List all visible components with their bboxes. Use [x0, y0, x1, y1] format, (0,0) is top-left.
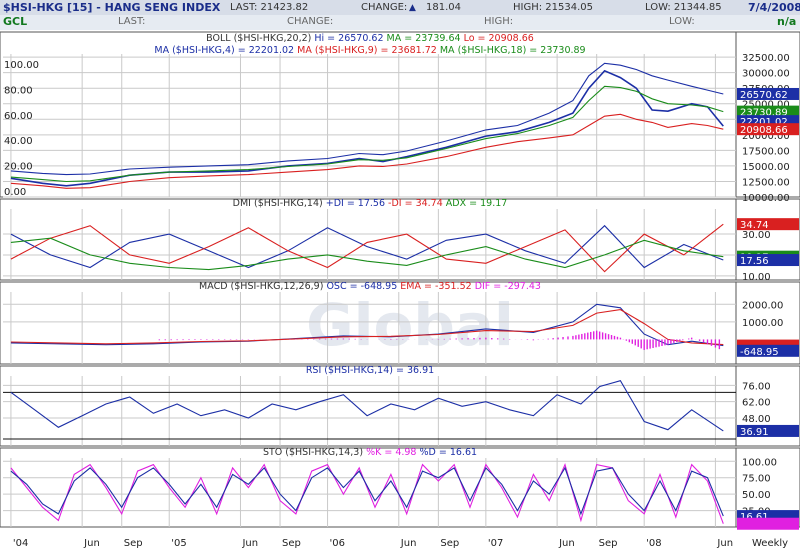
right-tick-label: 17500.00: [742, 146, 790, 157]
series-line-boll-ma: [10, 85, 724, 183]
right-tick-label: 50.00: [742, 490, 771, 501]
panel-title: DMI ($HSI-HKG,14) +DI = 17.56 -DI = 34.7…: [233, 198, 508, 209]
panel-title-part: -DI = 34.74: [388, 198, 446, 209]
x-tick-label: Sep: [282, 538, 301, 549]
period-label: Weekly: [752, 538, 788, 549]
panel-title-2-part: MA ($HSI-HKG,9) = 23681.72: [297, 45, 440, 56]
panel-title-part: +DI = 17.56: [326, 198, 388, 209]
x-tick-label: '04: [13, 538, 28, 549]
right-tick-label: 12500.00: [742, 177, 790, 188]
x-tick-label: Sep: [440, 538, 459, 549]
panel-title-part: DIF = -297.43: [475, 281, 541, 292]
x-tick-label: Jun: [558, 538, 575, 549]
panel-title-part: ADX = 19.17: [446, 198, 508, 209]
panel-title-2-part: MA ($HSI-HKG,4) = 22201.02: [154, 45, 297, 56]
panel-title-2-part: MA ($HSI-HKG,18) = 23730.89: [440, 45, 586, 56]
right-tick-label: 32500.00: [742, 53, 790, 64]
right-tick-label: 75.00: [742, 474, 771, 485]
panel-title-part: Hi = 26570.62: [314, 33, 386, 44]
left-tick-label: 60.00: [4, 111, 33, 122]
value-marker-label: 17.56: [740, 256, 769, 267]
x-tick-label: '06: [330, 538, 345, 549]
price-value-marker-label: 20908.66: [740, 125, 788, 136]
x-tick-label: '05: [171, 538, 186, 549]
panel-title-part: STO ($HSI-HKG,14,3): [263, 447, 366, 458]
panel-frame: [0, 198, 800, 281]
panel-title-part: DMI ($HSI-HKG,14): [233, 198, 326, 209]
right-tick-label: 30000.00: [742, 69, 790, 80]
panel-title: STO ($HSI-HKG,14,3) %K = 4.98 %D = 16.61: [263, 447, 477, 458]
x-tick-label: Jun: [241, 538, 258, 549]
value-marker-label: -648.95: [740, 347, 779, 358]
panel-title-part: BOLL ($HSI-HKG,20,2): [206, 33, 314, 44]
series-line-rsi: [10, 380, 724, 432]
x-tick-label: '08: [646, 538, 661, 549]
x-tick-label: Sep: [124, 538, 143, 549]
panel-title-part: %K = 4.98: [366, 447, 419, 458]
x-tick-label: Jun: [400, 538, 417, 549]
value-marker-label: 34.74: [740, 220, 769, 231]
left-tick-label: 80.00: [4, 85, 33, 96]
value-marker: [737, 517, 799, 530]
right-tick-label: 48.00: [742, 414, 771, 425]
series-line--d: [10, 466, 724, 517]
chart-page: $HSI-HKG [15] - HANG SENG INDEX LAST: 21…: [0, 0, 800, 550]
panel-title: RSI ($HSI-HKG,14) = 36.91: [306, 365, 434, 376]
x-tick-label: Sep: [599, 538, 618, 549]
x-tick-label: '07: [488, 538, 503, 549]
panel-title-part: EMA = -351.52: [400, 281, 474, 292]
panel-frame: [0, 447, 800, 528]
left-tick-label: 100.00: [4, 60, 39, 71]
right-tick-label: 2000.00: [742, 300, 783, 311]
panel-title: MACD ($HSI-HKG,12,26,9) OSC = -648.95 EM…: [199, 281, 541, 292]
x-tick-label: Jun: [83, 538, 100, 549]
panel-title-part: %D = 16.61: [420, 447, 478, 458]
right-tick-label: 30.00: [742, 230, 771, 241]
left-tick-label: 0.00: [4, 187, 26, 198]
price-value-marker-label: 26570.62: [740, 90, 788, 101]
right-tick-label: 62.00: [742, 398, 771, 409]
watermark-text: Global: [306, 291, 514, 359]
series-line--di: [10, 223, 724, 273]
panel-title-2: MA ($HSI-HKG,4) = 22201.02 MA ($HSI-HKG,…: [154, 45, 585, 56]
left-tick-label: 40.00: [4, 136, 33, 147]
value-marker-label: 36.91: [740, 427, 769, 438]
right-tick-label: 100.00: [742, 457, 777, 468]
right-tick-label: 1000.00: [742, 318, 783, 329]
panel-title-part: Lo = 20908.66: [464, 33, 534, 44]
x-tick-label: Jun: [716, 538, 733, 549]
panel-title-part: OSC = -648.95: [326, 281, 400, 292]
panel-title: BOLL ($HSI-HKG,20,2) Hi = 26570.62 MA = …: [206, 33, 534, 44]
panel-title-part: MACD ($HSI-HKG,12,26,9): [199, 281, 326, 292]
panel-title-part: RSI ($HSI-HKG,14) = 36.91: [306, 365, 434, 376]
chart-svg: Global BOLL ($HSI-HKG,20,2) Hi = 26570.62…: [0, 31, 800, 549]
right-tick-label: 76.00: [742, 381, 771, 392]
panel-title-part: MA = 23739.64: [387, 33, 464, 44]
right-tick-label: 15000.00: [742, 162, 790, 173]
right-tick-label: 10.00: [742, 272, 771, 283]
